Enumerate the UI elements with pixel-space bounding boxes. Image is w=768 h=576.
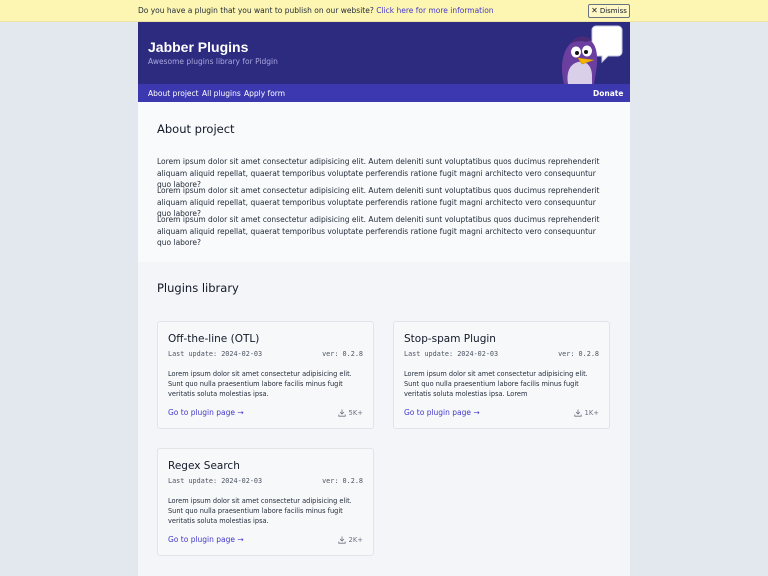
nav-donate[interactable]: Donate	[593, 89, 623, 98]
banner-message: Do you have a plugin that you want to pu…	[138, 6, 494, 15]
about-section: About project Lorem ipsum dolor sit amet…	[138, 102, 630, 262]
page-container: Jabber Plugins Awesome plugins library f…	[138, 22, 630, 576]
site-header: Jabber Plugins Awesome plugins library f…	[138, 22, 630, 84]
download-icon	[337, 536, 346, 544]
download-icon	[573, 409, 582, 417]
plugin-version: ver: 0.2.8	[322, 350, 363, 358]
plugin-card: Stop-spam Plugin Last update: 2024-02-03…	[393, 321, 610, 429]
plugin-version: ver: 0.2.8	[558, 350, 599, 358]
nav-about-project[interactable]: About project	[148, 89, 199, 98]
plugin-page-link[interactable]: Go to plugin page →	[168, 535, 244, 544]
dismiss-button[interactable]: ✕ Dismiss	[588, 4, 630, 18]
plugin-meta: Last update: 2024-02-03 ver: 0.2.8	[404, 350, 599, 358]
plugin-page-link[interactable]: Go to plugin page →	[404, 408, 480, 417]
plugin-card: Regex Search Last update: 2024-02-03 ver…	[157, 448, 374, 556]
plugin-card: Off-the-line (OTL) Last update: 2024-02-…	[157, 321, 374, 429]
site-subtitle: Awesome plugins library for Pidgin	[148, 57, 278, 66]
plugin-version: ver: 0.2.8	[322, 477, 363, 485]
nav-all-plugins[interactable]: All plugins	[202, 89, 241, 98]
nav-apply-form[interactable]: Apply form	[244, 89, 285, 98]
plugin-page-link[interactable]: Go to plugin page →	[168, 408, 244, 417]
plugin-description: Lorem ipsum dolor sit amet consectetur a…	[168, 497, 352, 525]
dismiss-label: Dismiss	[599, 7, 627, 15]
plugin-description: Lorem ipsum dolor sit amet consectetur a…	[168, 370, 352, 398]
plugin-name: Off-the-line (OTL)	[168, 333, 260, 345]
banner-text: Do you have a plugin that you want to pu…	[138, 6, 374, 15]
plugin-downloads: 5K+	[337, 409, 363, 417]
library-title: Plugins library	[157, 281, 239, 295]
about-title: About project	[157, 122, 235, 136]
about-paragraph: Lorem ipsum dolor sit amet consectetur a…	[157, 215, 600, 247]
plugin-last-update: Last update: 2024-02-03	[404, 350, 499, 358]
plugin-download-count: 1K+	[584, 409, 599, 417]
plugin-downloads: 2K+	[337, 536, 363, 544]
plugin-last-update: Last update: 2024-02-03	[168, 477, 263, 485]
download-icon	[337, 409, 346, 417]
banner-info-link[interactable]: Click here for more information	[376, 6, 493, 15]
site-title[interactable]: Jabber Plugins	[148, 39, 248, 55]
close-icon: ✕	[591, 6, 598, 15]
plugin-name: Stop-spam Plugin	[404, 333, 496, 345]
plugin-download-count: 5K+	[348, 409, 363, 417]
plugin-meta: Last update: 2024-02-03 ver: 0.2.8	[168, 477, 363, 485]
plugin-last-update: Last update: 2024-02-03	[168, 350, 263, 358]
plugin-name: Regex Search	[168, 460, 240, 472]
plugin-download-count: 2K+	[348, 536, 363, 544]
pidgin-mascot-logo	[562, 25, 623, 84]
plugin-downloads: 1K+	[573, 409, 599, 417]
announcement-banner: Do you have a plugin that you want to pu…	[0, 0, 768, 22]
plugin-description: Lorem ipsum dolor sit amet consectetur a…	[404, 370, 588, 398]
main-nav: About project All plugins Apply form Don…	[138, 84, 630, 102]
plugin-meta: Last update: 2024-02-03 ver: 0.2.8	[168, 350, 363, 358]
